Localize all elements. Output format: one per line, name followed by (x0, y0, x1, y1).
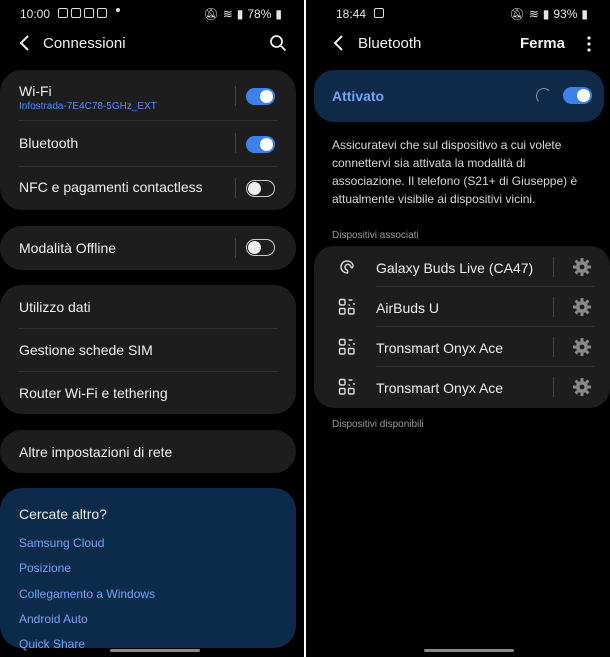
bluetooth-screen: 18:44 🔕︎ ≋ ▮ 93% ▮ Bluetooth Ferma Attiv… (306, 0, 610, 657)
paired-device-row[interactable]: Tronsmart Onyx Ace (314, 327, 610, 367)
pairing-description: Assicuratevi che sul dispositivo a cui v… (332, 138, 578, 206)
divider (553, 297, 554, 317)
mute-icon: 🔕︎ (203, 7, 219, 21)
activated-label: Attivato (332, 88, 385, 104)
generic-device-icon (338, 298, 355, 315)
divider (235, 178, 236, 198)
status-bar: 18:44 🔕︎ ≋ ▮ 93% ▮ (306, 0, 610, 28)
nfc-label: NFC e pagamenti contactless (19, 179, 203, 195)
gear-icon[interactable] (572, 297, 592, 317)
android-auto-link[interactable]: Android Auto (19, 612, 88, 626)
hotspot-row[interactable]: Router Wi-Fi e tethering (0, 371, 296, 414)
bluetooth-label: Bluetooth (19, 135, 79, 151)
samsung-cloud-link[interactable]: Samsung Cloud (19, 536, 104, 550)
back-arrow-icon[interactable] (18, 34, 32, 52)
wifi-label: Wi-Fi (19, 83, 52, 99)
stop-scan-button[interactable]: Ferma (520, 35, 565, 52)
gear-icon[interactable] (572, 377, 592, 397)
battery-level: 78% (247, 7, 272, 21)
settings-group-more-network: Altre impostazioni di rete (0, 430, 296, 473)
divider (235, 133, 236, 153)
notification-icon (71, 8, 81, 18)
page-title: Connessioni (43, 35, 126, 52)
notification-icons (374, 8, 384, 18)
cell-signal-icon: ▮ (542, 7, 550, 21)
page-title: Bluetooth (358, 35, 422, 52)
battery-icon: ▮ (275, 7, 282, 21)
notification-icon (58, 8, 68, 18)
connections-screen: 10:00 🔕︎ ≋ ▮ 78% ▮ Connessioni Wi-Fi Inf… (0, 0, 304, 657)
location-link[interactable]: Posizione (19, 561, 71, 575)
settings-group-data: Utilizzo dati Gestione schede SIM Router… (0, 285, 296, 414)
offline-mode-label: Modalità Offline (19, 240, 117, 256)
more-network-settings-label: Altre impostazioni di rete (19, 444, 173, 460)
suggestions-card: Cercate altro? Samsung Cloud Posizione C… (0, 488, 296, 651)
scanning-spinner-icon (536, 88, 552, 104)
battery-level: 93% (553, 7, 578, 21)
wifi-signal-icon: ≋ (222, 7, 233, 21)
bluetooth-toggle[interactable] (246, 136, 275, 153)
link-to-windows-link[interactable]: Collegamento a Windows (19, 587, 155, 601)
suggestions-heading: Cercate altro? (19, 506, 107, 522)
paired-devices-list: Galaxy Buds Live (CA47) AirBuds U Tronsm… (314, 246, 610, 408)
divider (235, 86, 236, 106)
more-options-icon[interactable] (583, 34, 595, 54)
earbuds-icon (340, 260, 354, 274)
divider (553, 377, 554, 397)
back-arrow-icon[interactable] (332, 34, 346, 52)
device-name: AirBuds U (376, 300, 440, 316)
paired-device-row[interactable]: Tronsmart Onyx Ace (314, 367, 610, 407)
settings-group-offline: Modalità Offline (0, 226, 296, 270)
notification-icon (84, 8, 94, 18)
wifi-toggle[interactable] (246, 88, 275, 105)
offline-mode-row[interactable]: Modalità Offline (0, 226, 296, 270)
bluetooth-toggle[interactable] (563, 87, 592, 104)
notification-icon (374, 8, 384, 18)
data-usage-label: Utilizzo dati (19, 299, 91, 315)
divider (553, 337, 554, 357)
wifi-row[interactable]: Wi-Fi Infostrada-7E4C78-5GHz_EXT (0, 70, 296, 120)
bluetooth-master-switch[interactable]: Attivato (314, 70, 604, 122)
quick-share-link[interactable]: Quick Share (19, 637, 85, 651)
sim-manager-row[interactable]: Gestione schede SIM (0, 328, 296, 371)
bluetooth-row[interactable]: Bluetooth (0, 120, 296, 165)
gesture-bar[interactable] (110, 649, 200, 652)
paired-device-row[interactable]: Galaxy Buds Live (CA47) (314, 247, 610, 287)
divider (553, 257, 554, 277)
divider (235, 238, 236, 258)
data-usage-row[interactable]: Utilizzo dati (0, 285, 296, 328)
battery-icon: ▮ (581, 7, 588, 21)
search-icon[interactable] (268, 33, 288, 53)
nfc-row[interactable]: NFC e pagamenti contactless (0, 166, 296, 210)
notification-icon (97, 8, 107, 18)
settings-group-network: Wi-Fi Infostrada-7E4C78-5GHz_EXT Bluetoo… (0, 70, 296, 210)
gear-icon[interactable] (572, 337, 592, 357)
mute-icon: 🔕︎ (509, 7, 525, 21)
generic-device-icon (338, 338, 355, 355)
status-time: 10:00 (20, 7, 51, 21)
hotspot-label: Router Wi-Fi e tethering (19, 385, 168, 401)
available-devices-header: Dispositivi disponibili (332, 419, 424, 430)
cell-signal-icon: ▮ (236, 7, 244, 21)
wifi-network-name: Infostrada-7E4C78-5GHz_EXT (19, 101, 157, 112)
status-bar: 10:00 🔕︎ ≋ ▮ 78% ▮ (0, 0, 304, 28)
status-time: 18:44 (336, 7, 367, 21)
generic-device-icon (338, 378, 355, 395)
notification-icons (58, 8, 120, 18)
paired-devices-header: Dispositivi associati (332, 230, 419, 241)
device-name: Tronsmart Onyx Ace (376, 380, 504, 396)
gear-icon[interactable] (572, 257, 592, 277)
device-name: Galaxy Buds Live (CA47) (376, 260, 534, 276)
wifi-signal-icon: ≋ (528, 7, 539, 21)
gesture-bar[interactable] (424, 649, 514, 652)
paired-device-row[interactable]: AirBuds U (314, 287, 610, 327)
more-notifications-icon (116, 8, 120, 12)
app-bar: Bluetooth Ferma (306, 28, 610, 58)
sim-manager-label: Gestione schede SIM (19, 342, 153, 358)
nfc-toggle[interactable] (246, 180, 275, 197)
more-network-settings-row[interactable]: Altre impostazioni di rete (0, 430, 296, 473)
device-name: Tronsmart Onyx Ace (376, 340, 504, 356)
app-bar: Connessioni (0, 28, 304, 58)
offline-mode-toggle[interactable] (246, 239, 275, 256)
